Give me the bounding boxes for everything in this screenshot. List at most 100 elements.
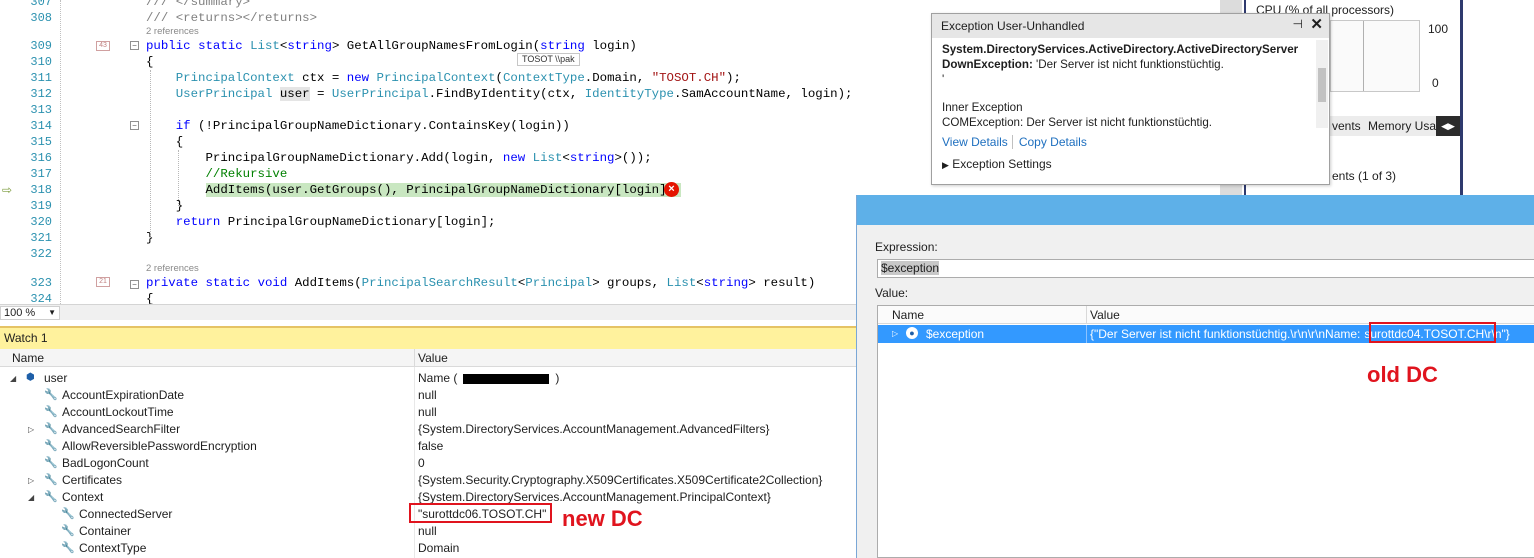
tab-memory-usage[interactable]: Memory Usa	[1368, 116, 1436, 136]
code-text[interactable]: UserPrincipal user = UserPrincipal.FindB…	[146, 86, 852, 102]
expression-input[interactable]: $exception	[877, 259, 1534, 278]
watch-title[interactable]: Watch 1	[0, 326, 856, 349]
column-header-name[interactable]: Name	[12, 351, 44, 365]
exception-settings[interactable]: ▶ Exception Settings	[942, 157, 1052, 171]
code-text[interactable]: {	[146, 134, 183, 150]
watch-name: AccountExpirationDate	[62, 388, 185, 402]
watch-name: Certificates	[62, 473, 123, 487]
wrench-icon: 🔧	[61, 525, 75, 537]
watch-row[interactable]: ▷ 🔧 Certificates {System.Security.Cryptogra…	[0, 472, 856, 489]
line-number: 311	[30, 71, 52, 85]
codelens-badge[interactable]: 43	[96, 41, 110, 51]
line-number: 315	[30, 135, 52, 149]
watch-row[interactable]: 🔧 AccountLockoutTime null	[0, 404, 856, 421]
dialog-titlebar[interactable]	[857, 195, 1534, 225]
chevron-right-icon: ▶	[942, 160, 949, 170]
watch-value: null	[418, 524, 437, 538]
watch-value: {System.Security.Cryptography.X509Certif…	[418, 473, 823, 487]
exception-type-cont: DownException:	[942, 57, 1033, 71]
watch-row[interactable]: 🔧 AccountExpirationDate null	[0, 387, 856, 404]
code-text[interactable]: if (!PrincipalGroupNameDictionary.Contai…	[146, 118, 570, 134]
codelens-badge[interactable]: 21	[96, 277, 110, 287]
column-separator[interactable]	[1086, 306, 1087, 324]
close-icon[interactable]: ✕	[1310, 15, 1323, 33]
line-number: 310	[30, 55, 52, 69]
column-separator[interactable]	[414, 349, 415, 367]
execution-pointer-icon: ⇨	[2, 183, 13, 197]
column-header-value[interactable]: Value	[1090, 308, 1120, 322]
column-header-value[interactable]: Value	[418, 351, 448, 365]
watch-row[interactable]: 🔧 AllowReversiblePasswordEncryption false	[0, 438, 856, 455]
wrench-icon: 🔧	[44, 457, 58, 469]
expand-icon[interactable]: ▷	[28, 472, 38, 489]
watch-value: null	[418, 405, 437, 419]
line-number: 308	[30, 11, 52, 25]
inner-exception-title: Inner Exception	[942, 101, 1023, 115]
wrench-icon: 🔧	[44, 491, 58, 503]
tab-events[interactable]: vents	[1332, 116, 1361, 136]
row-name: $exception	[926, 327, 985, 341]
cpu-min-label: 0	[1432, 76, 1439, 90]
code-text[interactable]: AddItems(user.GetGroups(), PrincipalGrou…	[146, 182, 682, 198]
indent-guide	[178, 150, 179, 206]
column-separator	[414, 367, 415, 558]
watch-row[interactable]: ▷ 🔧 AdvancedSearchFilter {System.DirectoryS…	[0, 421, 856, 438]
code-line[interactable]: 307 /// </summary>	[0, 0, 1220, 10]
watch-row[interactable]: ◢ ⬢ user Name ()	[0, 370, 856, 387]
watch-name: AllowReversiblePasswordEncryption	[62, 439, 257, 453]
indent-guide	[150, 70, 151, 238]
codelens-references[interactable]: 2 references	[146, 263, 199, 275]
watch-row[interactable]: 🔧 Container null	[0, 523, 856, 540]
copy-details-link[interactable]: Copy Details	[1019, 135, 1087, 149]
line-number: 316	[30, 151, 52, 165]
collapse-toggle[interactable]: −	[130, 121, 139, 130]
zoom-dropdown[interactable]: 100 % ▼	[0, 306, 60, 320]
code-text[interactable]: /// </summary>	[146, 0, 250, 10]
line-number: 314	[30, 119, 52, 133]
column-header-name[interactable]: Name	[892, 308, 924, 322]
watch-value: Name ()	[418, 371, 560, 385]
watch-row[interactable]: 🔧 BadLogonCount 0	[0, 455, 856, 472]
code-text[interactable]: return PrincipalGroupNameDictionary[logi…	[146, 214, 496, 230]
view-details-link[interactable]: View Details	[942, 135, 1008, 149]
expand-icon[interactable]: ▷	[28, 421, 38, 438]
exception-title: Exception User-Unhandled	[932, 14, 1329, 38]
code-text[interactable]: PrincipalGroupNameDictionary.Add(login, …	[146, 150, 651, 166]
exception-type: System.DirectoryServices.ActiveDirectory…	[942, 43, 1299, 56]
code-text[interactable]: PrincipalContext ctx = new PrincipalCont…	[146, 70, 741, 86]
watch-value: Domain	[418, 541, 460, 555]
watch-value: 0	[418, 456, 425, 470]
line-number: 323	[30, 276, 52, 290]
code-text[interactable]: {	[146, 54, 153, 70]
watch-name: AdvancedSearchFilter	[62, 422, 181, 436]
wrench-icon: 🔧	[44, 389, 58, 401]
object-icon: ⬢	[26, 372, 35, 383]
code-text[interactable]: public static List<string> GetAllGroupNa…	[146, 38, 637, 54]
watch-header: Name Value	[0, 349, 856, 367]
collapse-toggle[interactable]: −	[130, 280, 139, 289]
exception-text-end: '	[942, 72, 945, 86]
expand-icon[interactable]: ◢	[10, 370, 20, 387]
watch-name: Context	[62, 490, 104, 504]
watch-row[interactable]: 🔧 ContextType Domain	[0, 540, 856, 557]
collapse-toggle[interactable]: −	[130, 41, 139, 50]
code-text[interactable]: /// <returns></returns>	[146, 10, 317, 26]
wrench-icon: 🔧	[44, 423, 58, 435]
expand-icon[interactable]: ▷	[892, 325, 898, 343]
error-icon[interactable]: ×	[664, 182, 679, 197]
exception-scrollbar[interactable]	[1316, 40, 1328, 128]
expand-icon[interactable]: ◢	[28, 489, 38, 506]
codelens-references[interactable]: 2 references	[146, 26, 199, 38]
zoom-value: 100 %	[4, 307, 36, 319]
diagnostic-tabs: vents Memory Usa ◀▶	[1330, 116, 1460, 136]
exception-links: View Details Copy Details	[942, 135, 1087, 149]
pin-icon[interactable]: ⊣	[1293, 17, 1303, 31]
expression-text: $exception	[881, 261, 940, 275]
line-number: 319	[30, 199, 52, 213]
code-text[interactable]: //Rekursive	[146, 166, 288, 182]
code-text[interactable]: private static void AddItems(PrincipalSe…	[146, 275, 815, 291]
tab-scroll-icon[interactable]: ◀▶	[1436, 116, 1460, 136]
code-text[interactable]: {	[146, 291, 153, 304]
wrench-icon: 🔧	[44, 474, 58, 486]
wrench-icon: 🔧	[44, 406, 58, 418]
